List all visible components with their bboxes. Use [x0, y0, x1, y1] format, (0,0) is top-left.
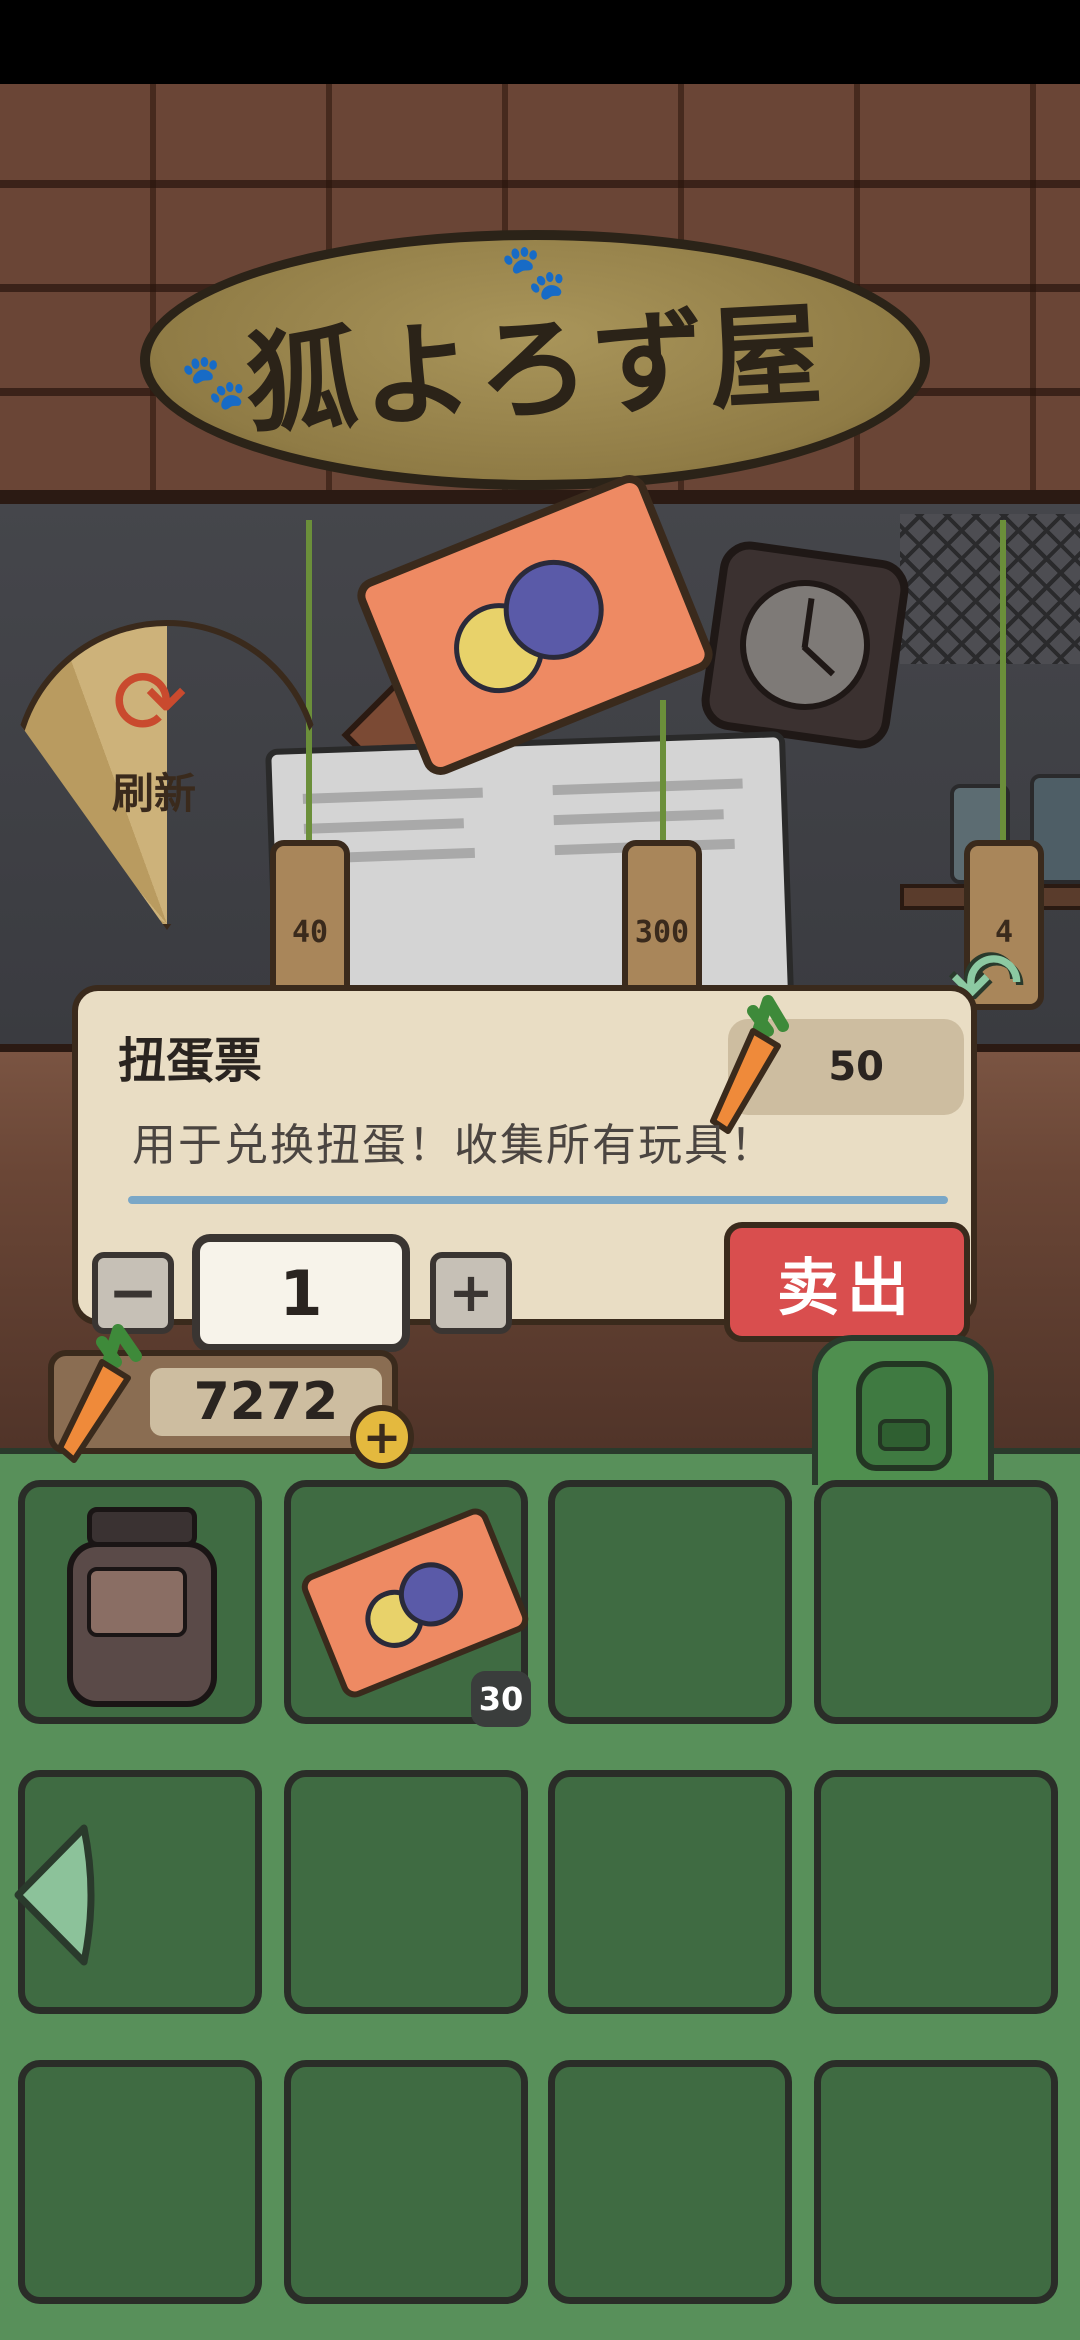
refresh-arrows-icon: ⟳ — [112, 650, 188, 755]
inventory-slot[interactable] — [18, 1480, 262, 1724]
item-description: 用于兑换扭蛋！收集所有玩具！ — [132, 1120, 776, 1171]
carrot-icon — [57, 1324, 142, 1463]
inventory-slot[interactable] — [814, 1480, 1058, 1724]
add-carrots-button[interactable]: + — [350, 1405, 414, 1469]
inventory-slot[interactable] — [18, 2060, 262, 2304]
description-underline — [128, 1196, 948, 1204]
refresh-button[interactable]: ⟳ 刷新 — [12, 620, 322, 930]
backpack-pocket — [878, 1419, 930, 1451]
quantity-value[interactable]: 1 — [192, 1234, 410, 1352]
item-count-badge: 30 — [471, 1671, 531, 1727]
tag-rope — [660, 700, 666, 850]
carrot-balance-value: 7272 — [150, 1368, 382, 1436]
coffee-jar-icon — [67, 1507, 217, 1707]
backpack-icon — [856, 1361, 952, 1471]
inventory-slot[interactable] — [814, 1770, 1058, 2014]
tag-rope — [1000, 520, 1006, 850]
backpack-tab[interactable] — [812, 1335, 994, 1485]
inventory-slot[interactable] — [548, 1770, 792, 2014]
window-lattice — [900, 514, 1080, 664]
paw-print-icon: 🐾 — [180, 350, 248, 413]
price-tag-value: 40 — [291, 915, 329, 950]
inventory-slot[interactable] — [284, 1770, 528, 2014]
previous-page-arrow-icon[interactable] — [6, 1820, 96, 1970]
inventory-slot[interactable]: 30 — [284, 1480, 533, 1727]
paw-print-icon: 🐾 — [500, 240, 568, 303]
sell-button[interactable]: 卖出 — [724, 1222, 970, 1342]
price-tag-value: 300 — [634, 915, 690, 950]
inventory-slot[interactable] — [284, 2060, 528, 2304]
quantity-increase-button[interactable]: + — [430, 1252, 512, 1334]
item-price-value: 50 — [828, 1044, 884, 1090]
refresh-label: 刷新 — [112, 769, 197, 818]
wall-clock — [697, 537, 913, 753]
item-name: 扭蛋票 — [118, 1033, 263, 1089]
inventory-slot[interactable] — [814, 2060, 1058, 2304]
inventory-slot[interactable] — [548, 1480, 792, 1724]
inventory-slot[interactable] — [548, 2060, 792, 2304]
status-bar — [0, 0, 1080, 84]
